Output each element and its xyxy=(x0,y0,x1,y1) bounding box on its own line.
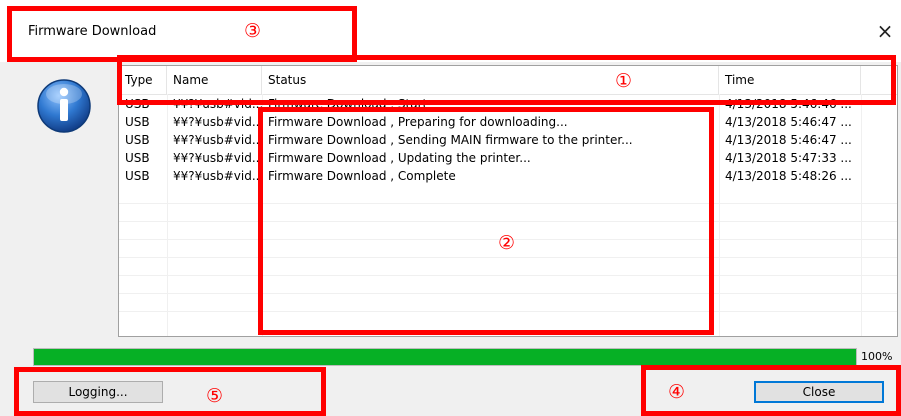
cell-time: 4/13/2018 5:46:47 ... xyxy=(725,133,852,147)
cell-name: ¥¥?¥usb#vid... xyxy=(173,151,262,165)
cell-type: USB xyxy=(125,133,150,147)
firmware-download-window: Firmware Download × Type Name Status Tim… xyxy=(0,0,901,416)
cell-type: USB xyxy=(125,115,150,129)
cell-name: ¥¥?¥usb#vid... xyxy=(173,115,262,129)
cell-type: USB xyxy=(125,169,150,183)
progress-percent: 100% xyxy=(861,350,893,363)
cell-type: USB xyxy=(125,151,150,165)
annotation-box-status xyxy=(258,107,714,335)
annotation-label-4: ④ xyxy=(668,381,686,403)
annotation-label-1: ① xyxy=(615,70,633,92)
cell-time: 4/13/2018 5:46:47 ... xyxy=(725,115,852,129)
annotation-box-header xyxy=(117,55,896,105)
cell-time: 4/13/2018 5:48:26 ... xyxy=(725,169,852,183)
cell-name: ¥¥?¥usb#vid... xyxy=(173,169,262,183)
progress-bar xyxy=(33,348,857,366)
annotation-label-3: ③ xyxy=(244,20,262,42)
close-icon[interactable]: × xyxy=(872,18,898,44)
cell-time: 4/13/2018 5:47:33 ... xyxy=(725,151,852,165)
annotation-box-logging xyxy=(14,367,326,416)
progress-fill xyxy=(34,349,856,365)
info-icon xyxy=(37,79,91,133)
annotation-label-2: ② xyxy=(498,232,516,254)
annotation-box-title xyxy=(7,6,357,62)
cell-name: ¥¥?¥usb#vid... xyxy=(173,133,262,147)
annotation-label-5: ⑤ xyxy=(206,385,224,407)
